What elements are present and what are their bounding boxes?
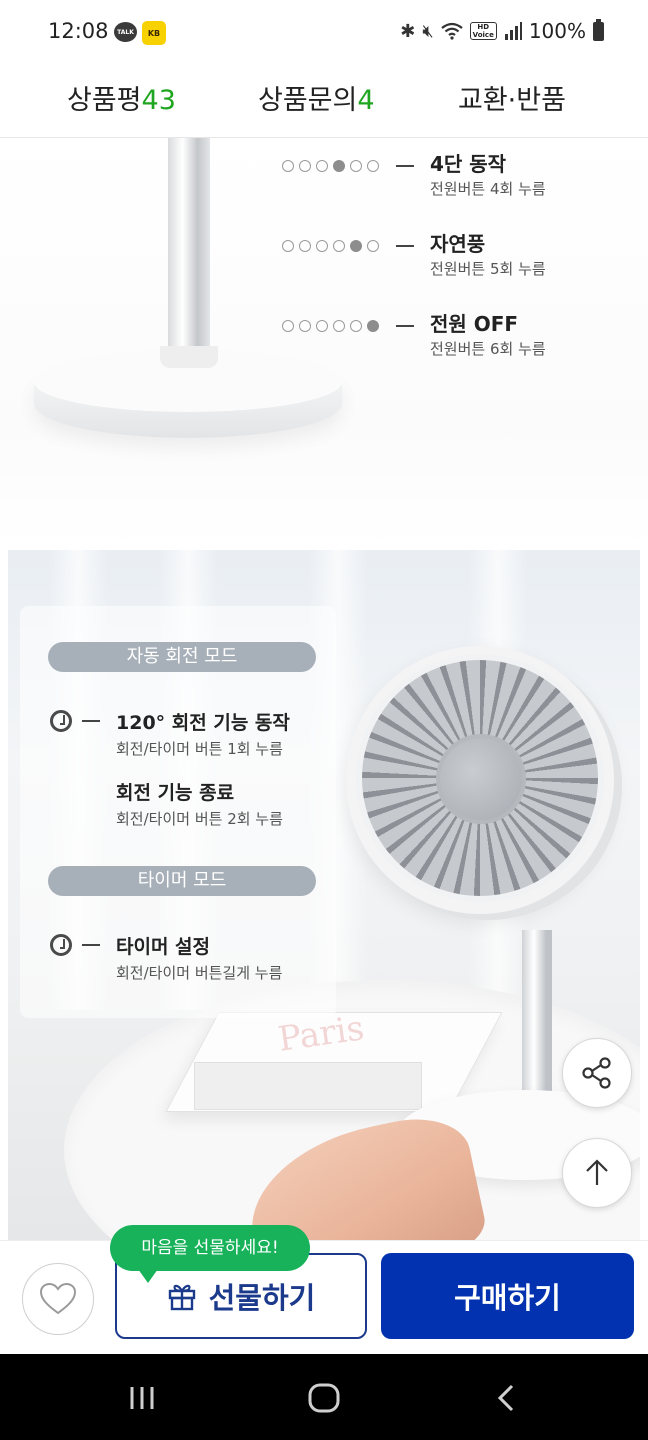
feature-sub: 회전/타이머 버튼 1회 누름 [116, 740, 283, 758]
mode-dot [350, 160, 362, 172]
feature-sub: 회전/타이머 버튼길게 누름 [116, 964, 283, 982]
mode-dash [396, 325, 414, 327]
mode-dot-active [350, 240, 362, 252]
gift-icon [168, 1284, 195, 1311]
tab-reviews-label: 상품평 [67, 85, 142, 116]
heart-icon [39, 1282, 77, 1315]
book-edge [194, 1062, 422, 1110]
bluetooth-icon: ✱ [400, 20, 416, 42]
kb-app-icon: KB [142, 21, 166, 45]
product-detail-image-1: 4단 동작 전원버튼 4회 누름 자연풍 전원버튼 5회 누름 전원 OFF 전… [0, 138, 648, 550]
tab-exchange-return[interactable]: 교환·반품 [458, 78, 566, 117]
product-tab-bar: 상품평43 상품문의4 교환·반품 [0, 66, 648, 138]
buy-button-label: 구매하기 [454, 1281, 561, 1315]
tab-reviews-count: 43 [141, 85, 176, 116]
signal-icon [504, 22, 522, 40]
fan-hub [436, 734, 526, 824]
auto-rotate-mode-pill: 자동 회전 모드 [48, 642, 316, 672]
mode-dash [396, 165, 414, 167]
timer-mode-pill: 타이머 모드 [48, 866, 316, 896]
status-time: 12:08 [48, 19, 109, 43]
mode-dot [299, 160, 311, 172]
purchase-bar: 선물하기 구매하기 [0, 1240, 648, 1354]
battery-percent: 100% [528, 19, 586, 43]
feature-dash [82, 944, 100, 946]
mode-dot [299, 240, 311, 252]
mode-sub: 전원버튼 5회 누름 [430, 260, 546, 278]
scroll-top-button[interactable] [562, 1138, 632, 1208]
tab-inquiries-label: 상품문의 [258, 85, 358, 116]
fan-pole [168, 138, 210, 356]
gift-button-label: 선물하기 [208, 1281, 316, 1315]
mode-dot-active [333, 160, 345, 172]
share-button[interactable] [562, 1038, 632, 1108]
feature-dash [82, 720, 100, 722]
feature-title: 회전 기능 종료 [116, 782, 235, 804]
mode-dot [350, 320, 362, 332]
share-icon [582, 1057, 611, 1089]
feature-panel: 자동 회전 모드 120° 회전 기능 동작 회전/타이머 버튼 1회 누름 회… [20, 606, 336, 1018]
mode-dot [333, 240, 345, 252]
feature-title: 120° 회전 기능 동작 [116, 712, 290, 734]
back-icon [497, 1384, 514, 1412]
mode-title: 자연풍 [430, 232, 486, 256]
mode-dots [282, 240, 379, 252]
status-icons: ✱ 🔇︎ HD Voice 100% [400, 18, 604, 43]
recent-apps-button[interactable] [120, 1376, 164, 1420]
mode-dots [282, 160, 379, 172]
fan-pole [522, 930, 552, 1110]
mode-sub: 전원버튼 6회 누름 [430, 340, 546, 358]
hd-voice-icon: HD Voice [469, 22, 497, 40]
mode-dot [316, 320, 328, 332]
mode-dot [316, 240, 328, 252]
mode-dot [367, 160, 379, 172]
feature-sub: 회전/타이머 버튼 2회 누름 [116, 810, 283, 828]
battery-icon [593, 18, 604, 41]
clock-icon [50, 934, 72, 956]
recent-apps-icon [130, 1387, 154, 1409]
mode-dot [282, 240, 294, 252]
mode-dot [316, 160, 328, 172]
kakaotalk-icon: TALK [114, 22, 137, 42]
wishlist-button[interactable] [22, 1263, 94, 1335]
mode-dot-active [367, 320, 379, 332]
gift-tooltip: 마음을 선물하세요! [110, 1225, 310, 1283]
mode-sub: 전원버튼 4회 누름 [430, 180, 546, 198]
mode-title: 4단 동작 [430, 152, 507, 176]
mode-dot [333, 320, 345, 332]
mode-dash [396, 245, 414, 247]
mode-dot [282, 160, 294, 172]
back-button[interactable] [484, 1376, 528, 1420]
mode-dot [299, 320, 311, 332]
tab-inquiries-count: 4 [357, 85, 375, 116]
product-detail-image-2: Paris 자동 회전 모드 120° 회전 기능 동작 회전/타이머 버튼 1… [8, 550, 640, 1240]
mode-title: 전원 OFF [430, 312, 519, 336]
android-nav-bar [0, 1354, 648, 1440]
mode-dot [282, 320, 294, 332]
tab-exchange-return-label: 교환·반품 [458, 85, 566, 116]
fan-pole-cap [160, 346, 218, 368]
tab-reviews[interactable]: 상품평43 [67, 78, 176, 117]
home-icon [308, 1383, 340, 1413]
arrow-up-icon [586, 1159, 608, 1185]
status-bar: 12:08 TALK KB ✱ 🔇︎ HD Voice 100% [0, 0, 648, 66]
tab-inquiries[interactable]: 상품문의4 [258, 78, 375, 117]
mode-dot [367, 240, 379, 252]
feature-title: 타이머 설정 [116, 936, 211, 958]
clock-icon [50, 710, 72, 732]
home-button[interactable] [302, 1376, 346, 1420]
mute-icon: 🔇︎ [422, 20, 434, 42]
wifi-icon [440, 22, 463, 40]
mode-dots [282, 320, 379, 332]
buy-button[interactable]: 구매하기 [381, 1253, 634, 1339]
